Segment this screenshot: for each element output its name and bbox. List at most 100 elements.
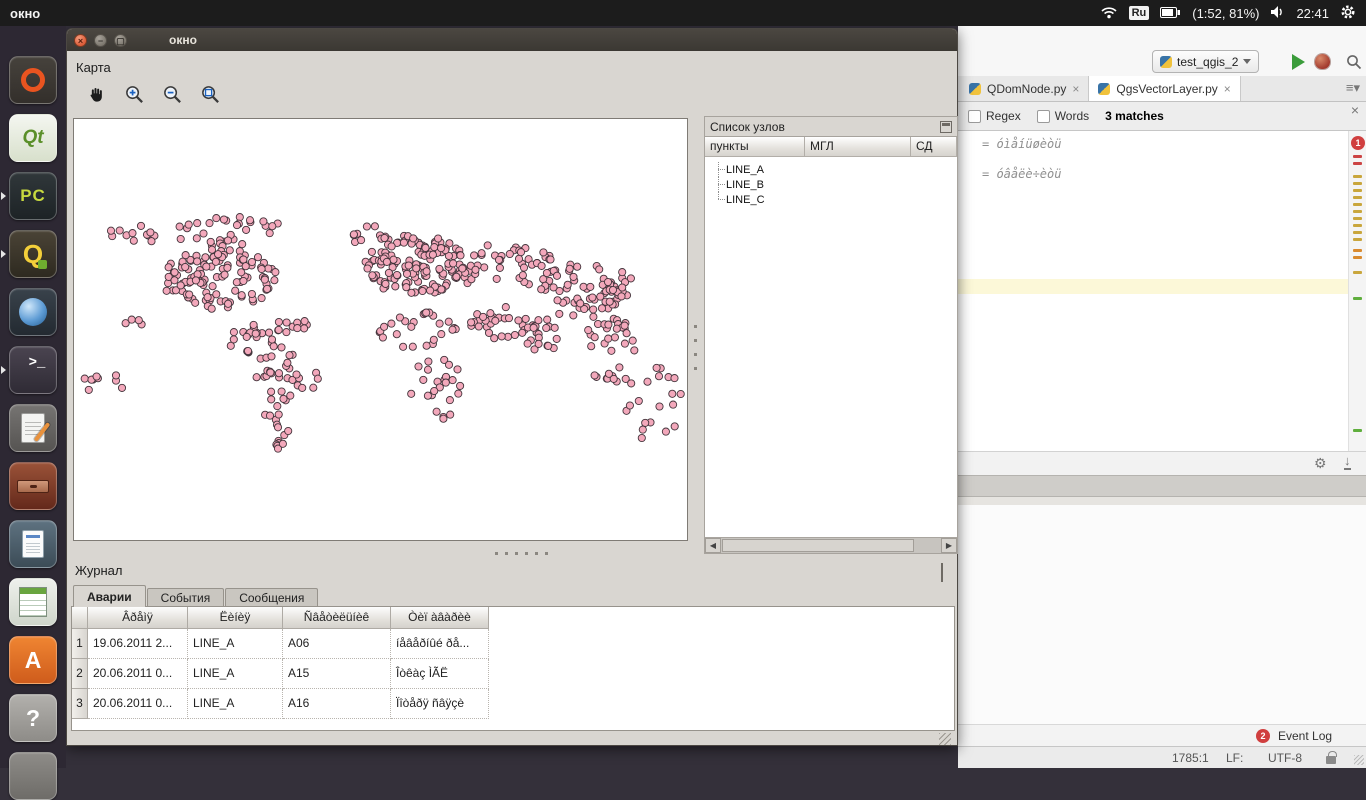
cell-lamp[interactable]: A15 [283,659,391,689]
splitter-bar[interactable] [958,475,1366,497]
debug-bug-icon[interactable] [1315,54,1330,69]
zoom-full-button[interactable] [195,81,225,108]
keyboard-layout-indicator[interactable]: Ru [1129,6,1150,20]
scrollbar-thumb[interactable] [722,539,914,552]
session-gear-icon[interactable] [1340,4,1356,23]
stripe-mark[interactable] [1353,162,1362,165]
nodes-panel-titlebar[interactable]: Список узлов [705,117,957,137]
pan-tool-button[interactable] [81,81,111,108]
tab-list-icon[interactable]: ≡▾ [1346,80,1360,96]
horizontal-splitter[interactable] [495,552,551,555]
scroll-right-arrow[interactable]: ▶ [941,538,957,553]
zoom-in-button[interactable] [119,81,149,108]
launcher-item-text-editor[interactable] [9,404,57,452]
column-header[interactable]: пункты [705,137,805,157]
launcher-item-file-cabinet[interactable] [9,462,57,510]
cell-line[interactable]: LINE_A [188,629,283,659]
code-editor[interactable]: = óìåíüøèòü = óâåëè÷èòü [958,131,1348,451]
table-row[interactable]: 2 20.06.2011 0... LINE_A A15 Îòêàç ÌÃË [72,659,489,689]
wifi-icon[interactable] [1100,5,1118,22]
cell-fault[interactable]: íåâåðíûé ðå... [391,629,489,659]
tab-qgsvectorlayer-py[interactable]: QgsVectorLayer.py × [1089,76,1240,101]
event-log-button[interactable]: Event Log [1278,729,1332,743]
cell-line[interactable]: LINE_A [188,659,283,689]
close-icon[interactable]: × [1072,83,1079,95]
column-header[interactable]: Âðåìÿ [88,607,188,629]
settings-gear-icon[interactable]: ⚙ [1314,455,1327,472]
stripe-mark[interactable] [1353,196,1362,199]
words-option[interactable]: Words [1037,109,1089,123]
cell-time[interactable]: 20.06.2011 0... [88,689,188,719]
launcher-item-help[interactable]: ? [9,694,57,742]
cell-time[interactable]: 19.06.2011 2... [88,629,188,659]
column-header[interactable]: Ëèíèÿ [188,607,283,629]
float-panel-button[interactable] [941,563,943,582]
table-row[interactable]: 1 19.06.2011 2... LINE_A A06 íåâåðíûé ðå… [72,629,489,659]
line-separator-indicator[interactable]: LF: [1226,751,1243,765]
tab-events[interactable]: События [147,588,225,607]
stripe-mark[interactable] [1353,217,1362,220]
nodes-horizontal-scrollbar[interactable]: ◀ ▶ [705,537,957,553]
words-checkbox[interactable] [1037,110,1050,123]
stripe-mark[interactable] [1353,231,1362,234]
stripe-mark[interactable] [1353,238,1362,241]
cell-line[interactable]: LINE_A [188,689,283,719]
stripe-mark[interactable] [1353,256,1362,259]
float-panel-button[interactable] [940,121,952,133]
regex-option[interactable]: Regex [968,109,1021,123]
stripe-mark[interactable] [1353,175,1362,178]
stripe-mark[interactable] [1353,182,1362,185]
launcher-item-ubuntu-dash[interactable] [9,56,57,104]
download-icon[interactable]: ↓ [1344,454,1351,470]
stripe-mark[interactable] [1353,203,1362,206]
battery-icon[interactable] [1160,6,1181,21]
window-resize-grip[interactable] [939,733,951,745]
window-titlebar[interactable]: × − ▢ окно [67,29,957,51]
run-configuration-select[interactable]: test_qgis_2 [1152,50,1259,73]
stripe-mark[interactable] [1353,429,1362,432]
cell-lamp[interactable]: A16 [283,689,391,719]
tab-qdomnode-py[interactable]: QDomNode.py × [960,76,1089,101]
cell-fault[interactable]: Ïîòåðÿ ñâÿçè [391,689,489,719]
tab-accidents[interactable]: Аварии [73,585,146,607]
close-find-bar-icon[interactable]: × [1351,102,1359,118]
launcher-item-qgis[interactable]: Q [9,230,57,278]
stripe-mark[interactable] [1353,189,1362,192]
stripe-mark[interactable] [1353,297,1362,300]
stripe-mark[interactable] [1353,249,1362,252]
stripe-mark[interactable] [1353,210,1362,213]
tree-item-line-c[interactable]: LINE_C [705,192,957,207]
map-canvas[interactable] [73,118,688,541]
stripe-mark[interactable] [1353,271,1362,274]
stripe-mark[interactable] [1353,224,1362,227]
resize-grip[interactable] [1354,755,1364,765]
launcher-item-software-center[interactable] [9,288,57,336]
scroll-left-arrow[interactable]: ◀ [705,538,721,553]
error-stripe[interactable]: 1 [1348,131,1366,451]
close-icon[interactable]: × [1224,83,1231,95]
column-header[interactable]: Òèï àâàðèè [391,607,489,629]
launcher-item-font-viewer[interactable]: A [9,636,57,684]
run-button[interactable] [1292,54,1305,70]
regex-checkbox[interactable] [968,110,981,123]
launcher-item-qt-creator[interactable]: Qt [9,114,57,162]
launcher-item-terminal[interactable]: >_ [9,346,57,394]
search-everywhere-icon[interactable] [1346,54,1362,75]
stripe-mark[interactable] [1353,155,1362,158]
launcher-item-partial[interactable] [9,752,57,800]
column-header[interactable]: Ñâåòèëüíèê [283,607,391,629]
lock-icon[interactable] [1326,756,1336,764]
close-window-button[interactable]: × [74,34,87,47]
column-header[interactable]: СД [911,137,957,157]
minimize-window-button[interactable]: − [94,34,107,47]
zoom-out-button[interactable] [157,81,187,108]
cell-time[interactable]: 20.06.2011 0... [88,659,188,689]
column-header[interactable]: МГЛ [805,137,911,157]
cell-fault[interactable]: Îòêàç ÌÃË [391,659,489,689]
launcher-item-documents[interactable] [9,520,57,568]
vertical-splitter[interactable] [691,315,700,371]
maximize-window-button[interactable]: ▢ [114,34,127,47]
tree-item-line-a[interactable]: LINE_A [705,162,957,177]
tab-messages[interactable]: Сообщения [225,588,318,607]
cell-lamp[interactable]: A06 [283,629,391,659]
